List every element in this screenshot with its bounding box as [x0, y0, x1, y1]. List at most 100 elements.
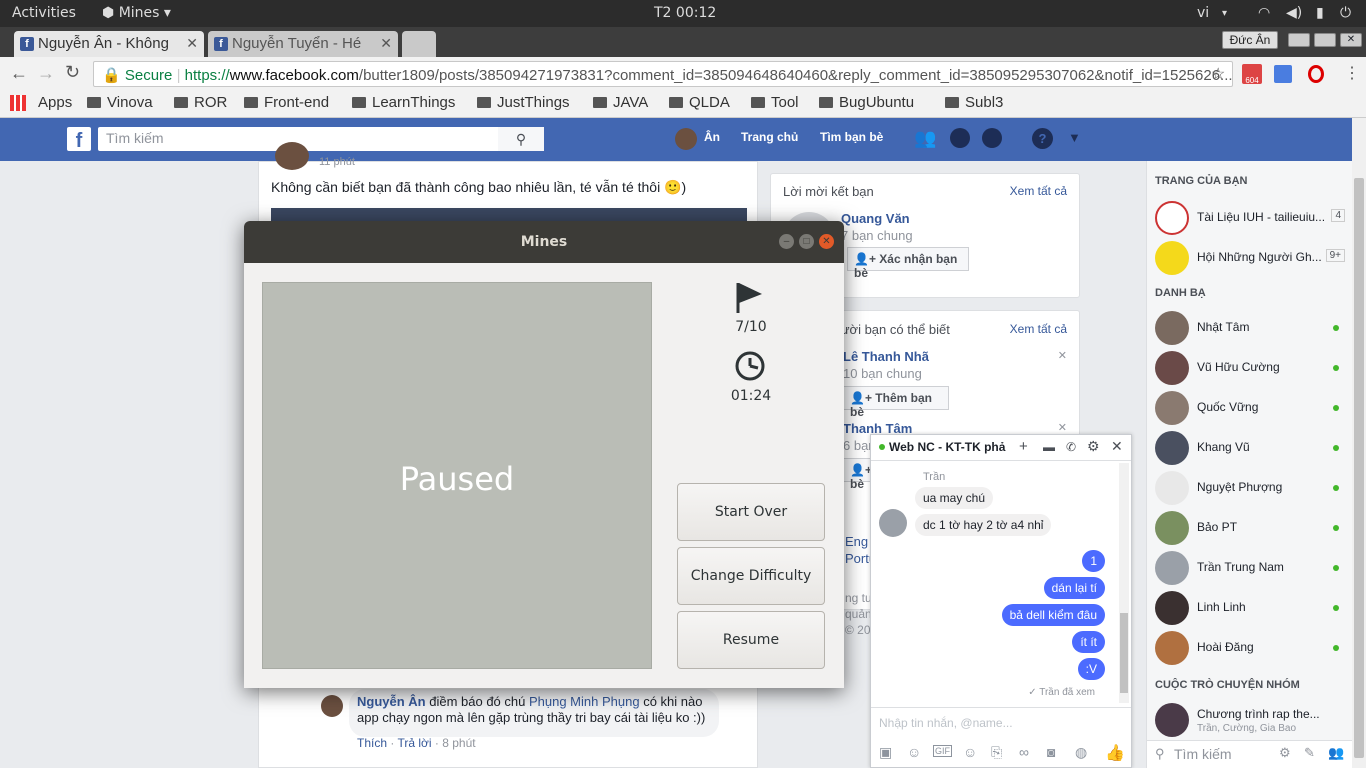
group-chat-item[interactable]: Chương trình rap the... Trần, Cường, Gia… [1155, 701, 1345, 737]
change-difficulty-button[interactable]: Change Difficulty [677, 547, 825, 605]
contact-item[interactable]: Nhật Tâm [1155, 309, 1345, 349]
post-image[interactable] [271, 208, 747, 222]
find-friends-link[interactable]: Tìm bạn bè [820, 130, 883, 144]
message-bubble[interactable]: ua may chú [915, 487, 994, 509]
like-link[interactable]: Thích [357, 736, 387, 750]
comment-time[interactable]: 8 phút [442, 736, 475, 750]
maximize-window-icon[interactable] [1314, 33, 1336, 47]
message-bubble[interactable]: :V [1077, 658, 1105, 680]
bookmark-star-icon[interactable]: ☆ [1211, 64, 1225, 84]
mention-link[interactable]: Phụng Minh Phụng [529, 694, 640, 709]
comment-author[interactable]: Nguyễn Ân [357, 694, 426, 709]
contact-item[interactable]: Nguyệt Phượng [1155, 469, 1345, 509]
bookmark-folder[interactable]: LearnThings [352, 94, 455, 111]
friend-name[interactable]: Quang Văn [841, 211, 910, 226]
translate-extension-icon[interactable] [1274, 65, 1292, 83]
minimize-icon[interactable]: – [779, 234, 794, 249]
bookmark-folder[interactable]: ROR [174, 94, 227, 111]
see-all-link[interactable]: Xem tất cả [1010, 184, 1067, 198]
profile-button[interactable]: Đức Ân [1222, 31, 1278, 49]
bookmark-folder[interactable]: Tool [751, 94, 799, 111]
gif-icon[interactable]: GIF [933, 745, 952, 757]
contact-item[interactable]: Bảo PT [1155, 509, 1345, 549]
reload-icon[interactable]: ↻ [65, 62, 80, 83]
dismiss-icon[interactable]: ✕ [1058, 349, 1067, 362]
video-call-icon[interactable]: ▬ [1043, 440, 1055, 454]
phone-icon[interactable]: ✆ [1066, 440, 1076, 454]
bookmark-folder[interactable]: BugUbuntu [819, 94, 914, 111]
thumbs-up-icon[interactable]: 👍 [1105, 743, 1125, 763]
chat-title[interactable]: Web NC - KT-TK phả [889, 440, 1005, 454]
home-link[interactable]: Trang chủ [741, 130, 798, 144]
start-over-button[interactable]: Start Over [677, 483, 825, 541]
power-icon[interactable]: ⏻ [1340, 5, 1351, 21]
bookmark-folder[interactable]: JAVA [593, 94, 648, 111]
tab-active[interactable]: f Nguyễn Ân - Không ✕ [14, 31, 204, 57]
back-arrow-icon[interactable]: ← [10, 63, 28, 84]
attach-icon[interactable]: ⎘ [991, 744, 1002, 761]
close-chat-icon[interactable]: ✕ [1111, 438, 1123, 455]
opera-extension-icon[interactable] [1308, 65, 1324, 83]
contact-item[interactable]: Trần Trung Nam [1155, 549, 1345, 589]
emoji-icon[interactable]: ☺ [963, 744, 977, 760]
message-bubble[interactable]: dc 1 tờ hay 2 tờ a4 nhỉ [915, 514, 1052, 536]
messenger-icon[interactable] [950, 128, 970, 148]
app-menu[interactable]: ⬢ Mines ▾ [102, 5, 171, 21]
post-time[interactable]: 11 phút [319, 156, 355, 168]
gmail-extension-icon[interactable]: 604 [1242, 64, 1262, 85]
close-tab-icon[interactable]: ✕ [380, 35, 392, 52]
dropdown-arrow-icon[interactable]: ▼ [1068, 130, 1081, 145]
confirm-friend-button[interactable]: 👤+ Xác nhận bạn bè [847, 247, 969, 280]
person-name[interactable]: Lê Thanh Nhã [843, 349, 929, 364]
minefield-board[interactable]: Paused [262, 282, 652, 669]
page-item[interactable]: Hội Những Người Gh... 9+ [1155, 239, 1345, 279]
message-bubble[interactable]: 1 [1082, 550, 1105, 572]
photo-icon[interactable]: ▣ [879, 744, 892, 761]
avatar[interactable] [675, 128, 697, 150]
audio-icon[interactable]: ◍ [1075, 744, 1087, 761]
profile-link[interactable]: Ân [704, 130, 720, 144]
bookmark-folder[interactable]: Front-end [244, 94, 329, 111]
contact-item[interactable]: Quốc Vững [1155, 389, 1345, 429]
message-bubble[interactable]: ít ít [1072, 631, 1105, 653]
menu-dots-icon[interactable]: ⋮ [1344, 63, 1360, 83]
new-message-icon[interactable]: ✎ [1304, 745, 1315, 761]
chat-header[interactable]: Web NC - KT-TK phả + ▬ ✆ ⚙ ✕ [871, 435, 1131, 461]
new-group-icon[interactable]: 👥 [1328, 745, 1344, 761]
chat-scrollbar[interactable] [1119, 463, 1129, 703]
facebook-logo-icon[interactable]: f [67, 127, 91, 152]
see-all-link[interactable]: Xem tất cả [1010, 322, 1067, 336]
resume-button[interactable]: Resume [677, 611, 825, 669]
chat-scrollbar-thumb[interactable] [1120, 613, 1128, 693]
settings-gear-icon[interactable]: ⚙ [1279, 745, 1291, 761]
volume-icon[interactable]: ◀) [1286, 5, 1302, 21]
message-bubble[interactable]: dán lại tí [1043, 577, 1105, 599]
sticker-icon[interactable]: ☺ [907, 744, 921, 760]
dismiss-icon[interactable]: ✕ [1058, 421, 1067, 434]
activities-button[interactable]: Activities [12, 5, 76, 21]
message-input[interactable]: Nhập tin nhắn, @name... [871, 707, 1131, 739]
close-tab-icon[interactable]: ✕ [186, 35, 198, 52]
add-people-icon[interactable]: + [1019, 438, 1028, 455]
forward-arrow-icon[interactable]: → [37, 63, 55, 84]
apps-grid-icon[interactable] [10, 95, 26, 111]
facebook-search-input[interactable]: Tìm kiếm ⚲ [98, 127, 544, 151]
bookmark-folder[interactable]: QLDA [669, 94, 730, 111]
address-bar[interactable]: 🔒 Secure | https://www.facebook.com/butt… [93, 61, 1233, 87]
contact-item[interactable]: Linh Linh [1155, 589, 1345, 629]
reply-link[interactable]: Trả lời [397, 736, 431, 750]
scrollbar-thumb[interactable] [1354, 178, 1364, 758]
close-icon[interactable]: ✕ [819, 234, 834, 249]
notifications-globe-icon[interactable] [982, 128, 1002, 148]
bookmark-apps[interactable]: Apps [38, 94, 72, 111]
options-gear-icon[interactable]: ⚙ [1087, 438, 1100, 455]
bookmark-folder[interactable]: Subl3 [945, 94, 1003, 111]
mines-titlebar[interactable]: Mines [244, 221, 844, 263]
minimize-window-icon[interactable] [1288, 33, 1310, 47]
maximize-icon[interactable]: □ [799, 234, 814, 249]
bookmark-folder[interactable]: Vinova [87, 94, 153, 111]
language-indicator[interactable]: vi [1197, 5, 1209, 21]
contact-item[interactable]: Vũ Hữu Cường [1155, 349, 1345, 389]
tab-inactive[interactable]: f Nguyễn Tuyển - Hé ✕ [208, 31, 398, 57]
search-icon[interactable]: ⚲ [498, 127, 544, 151]
